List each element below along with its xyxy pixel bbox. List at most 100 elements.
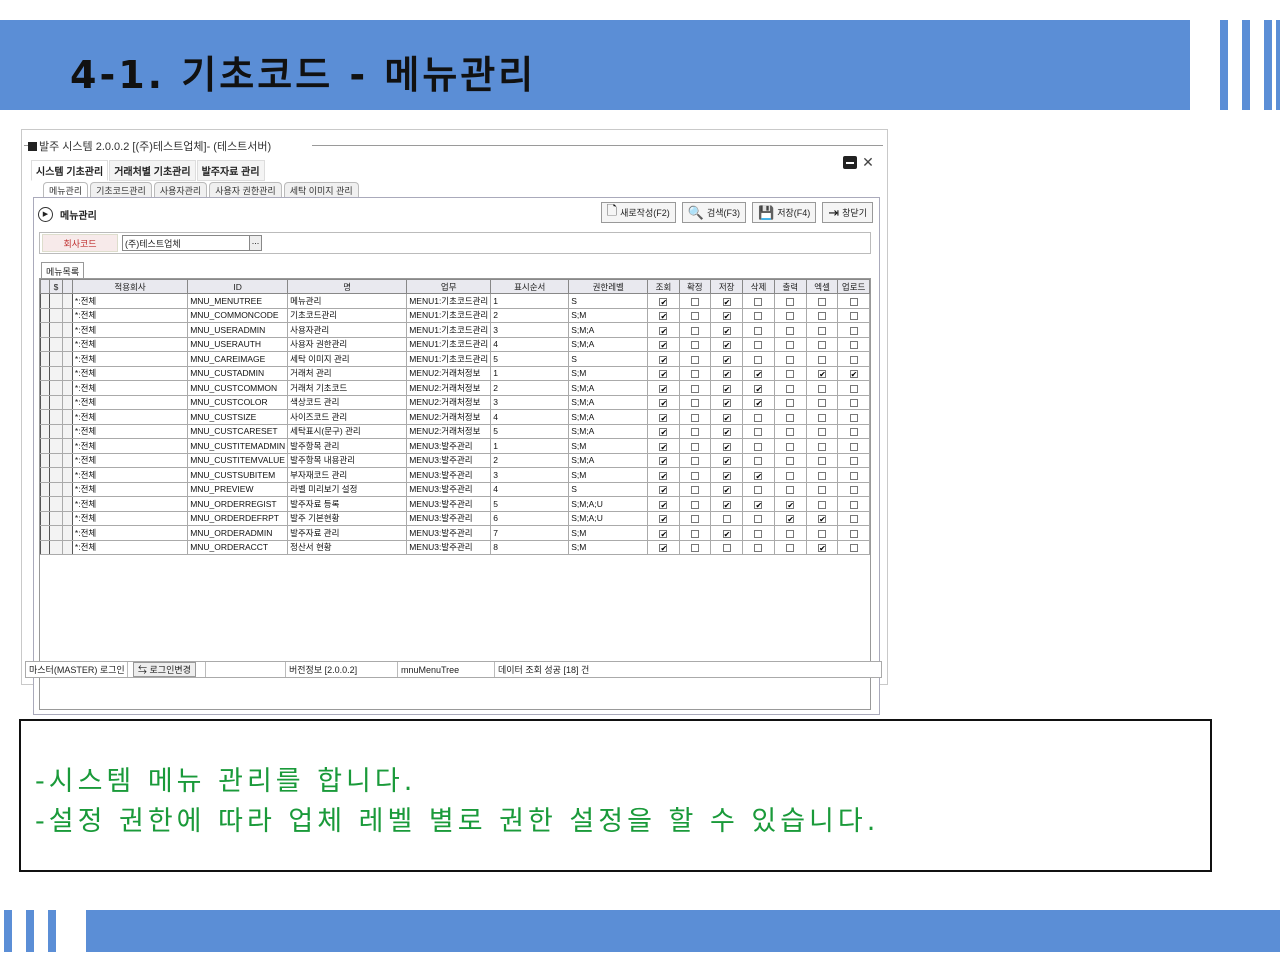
close-window-button[interactable]: ⇥ 창닫기 [822,202,873,223]
checkbox-checked[interactable]: ✔ [659,544,668,553]
column-header[interactable]: 저장 [709,279,744,294]
cell-name[interactable]: 기초코드관리 [287,307,408,323]
checkbox-checked[interactable]: ✔ [659,486,668,495]
checkbox-unchecked[interactable] [754,457,763,465]
checkbox-checked[interactable]: ✔ [754,471,763,480]
cell-id[interactable]: MNU_ORDERACCT [187,539,289,555]
checkbox-checked[interactable]: ✔ [818,544,827,553]
cell-level[interactable]: S;M [568,365,649,381]
column-header[interactable]: 엑셀 [805,279,839,294]
column-header[interactable]: 명 [287,279,408,294]
cell-task[interactable]: MENU2:거래처정보 [406,380,492,396]
checkbox-unchecked[interactable] [849,515,858,523]
checkbox-unchecked[interactable] [818,312,827,320]
checkbox-unchecked[interactable] [754,355,763,364]
checkbox-checked[interactable]: ✔ [659,384,668,393]
checkbox-unchecked[interactable] [754,341,763,349]
column-header[interactable]: 확정 [678,279,711,294]
checkbox-checked[interactable]: ✔ [722,457,731,466]
cell-level[interactable]: S;M;A [568,380,649,396]
cell-task[interactable]: MENU1:기초코드관리 [406,322,492,338]
checkbox-unchecked[interactable] [690,341,699,349]
cell-level[interactable]: S [568,293,649,309]
table-row[interactable]: *:전체 MNU_USERADMIN 사용자관리 MENU1:기초코드관리 3 S;M;A… [40,322,870,338]
checkbox-unchecked[interactable] [690,370,699,378]
checkbox-checked[interactable]: ✔ [659,341,668,350]
checkbox-checked[interactable]: ✔ [818,370,827,379]
checkbox-unchecked[interactable] [849,312,858,320]
cell-company[interactable]: *:전체 [71,293,189,309]
checkbox-unchecked[interactable] [786,326,795,335]
table-row[interactable]: *:전체 MNU_ORDERADMIN 발주자료 관리 MENU3:발주관리 7 S;M ✔… [40,525,870,541]
table-row[interactable]: *:전체 MNU_CUSTSIZE 사이즈코드 관리 MENU2:거래처정보 4 S;M;… [40,409,870,425]
checkbox-unchecked[interactable] [849,355,858,364]
cell-level[interactable]: S [568,351,649,367]
checkbox-unchecked[interactable] [849,471,858,480]
cell-task[interactable]: MENU3:발주관리 [406,496,492,512]
table-row[interactable]: *:전체 MNU_CUSTCOMMON 거래처 기초코드 MENU2:거래처정보 2 S;… [40,380,870,396]
checkbox-unchecked[interactable] [722,544,731,552]
checkbox-unchecked[interactable] [786,529,795,538]
table-row[interactable]: *:전체 MNU_COMMONCODE 기초코드관리 MENU1:기초코드관리 2 S;M… [40,307,870,323]
checkbox-unchecked[interactable] [754,297,763,306]
table-row[interactable]: *:전체 MNU_CUSTSUBITEM 부자재코드 관리 MENU3:발주관리 3 S;… [40,467,870,483]
cell-task[interactable]: MENU2:거래처정보 [406,394,492,410]
checkbox-checked[interactable]: ✔ [722,413,731,422]
checkbox-unchecked[interactable] [754,326,763,335]
checkbox-unchecked[interactable] [818,471,827,480]
checkbox-checked[interactable]: ✔ [659,529,668,538]
table-row[interactable]: *:전체 MNU_CUSTCARESET 세탁표시(문구) 관리 MENU2:거래처정… [40,423,870,439]
checkbox-unchecked[interactable] [690,384,699,393]
cell-level[interactable]: S;M [568,467,649,483]
cell-order[interactable]: 7 [490,525,570,541]
checkbox-unchecked[interactable] [818,486,827,494]
cell-order[interactable]: 6 [490,510,570,526]
checkbox-unchecked[interactable] [786,486,795,494]
checkbox-unchecked[interactable] [849,500,858,509]
cell-task[interactable]: MENU2:거래처정보 [406,423,492,439]
cell-task[interactable]: MENU1:기초코드관리 [406,307,492,323]
checkbox-unchecked[interactable] [849,326,858,335]
checkbox-unchecked[interactable] [849,399,858,407]
column-header[interactable]: ID [187,279,289,294]
cell-company[interactable]: *:전체 [71,452,189,468]
checkbox-unchecked[interactable] [786,384,795,393]
checkbox-checked[interactable]: ✔ [786,500,795,509]
checkbox-checked[interactable]: ✔ [722,471,731,480]
column-header[interactable]: 삭제 [742,279,775,294]
checkbox-checked[interactable]: ✔ [659,399,668,408]
checkbox-unchecked[interactable] [690,500,699,509]
checkbox-checked[interactable]: ✔ [722,326,731,335]
checkbox-checked[interactable]: ✔ [722,370,731,379]
checkbox-unchecked[interactable] [690,413,699,422]
table-row[interactable]: *:전체 MNU_CUSTCOLOR 색상코드 관리 MENU2:거래처정보 3 S;M;… [40,394,870,410]
checkbox-unchecked[interactable] [818,341,827,349]
cell-name[interactable]: 색상코드 관리 [287,394,408,410]
column-header[interactable]: 표시순서 [490,279,570,294]
table-row[interactable]: *:전체 MNU_ORDERDEFRPT 발주 기본현황 MENU3:발주관리 6 S;M… [40,510,870,526]
cell-name[interactable]: 라벨 미리보기 설정 [287,481,408,497]
cell-order[interactable]: 2 [490,380,570,396]
table-row[interactable]: *:전체 MNU_MENUTREE 메뉴관리 MENU1:기초코드관리 1 S ✔ ✔ [40,293,870,309]
cell-task[interactable]: MENU3:발주관리 [406,467,492,483]
checkbox-unchecked[interactable] [754,529,763,538]
cell-order[interactable]: 5 [490,496,570,512]
cell-task[interactable]: MENU3:발주관리 [406,481,492,497]
cell-task[interactable]: MENU3:발주관리 [406,438,492,454]
checkbox-checked[interactable]: ✔ [659,312,668,321]
column-header[interactable]: 조회 [647,279,680,294]
checkbox-unchecked[interactable] [690,471,699,480]
cell-name[interactable]: 세탁표시(문구) 관리 [287,423,408,439]
checkbox-unchecked[interactable] [690,326,699,335]
cell-name[interactable]: 메뉴관리 [287,293,408,309]
cell-level[interactable]: S;M;A [568,452,649,468]
table-row[interactable]: *:전체 MNU_ORDERREGIST 발주자료 등록 MENU3:발주관리 5 S;M… [40,496,870,512]
cell-task[interactable]: MENU3:발주관리 [406,510,492,526]
table-row[interactable]: *:전체 MNU_CAREIMAGE 세탁 이미지 관리 MENU1:기초코드관리 5 S… [40,351,870,367]
cell-task[interactable]: MENU1:기초코드관리 [406,336,492,352]
cell-id[interactable]: MNU_CUSTITEMADMIN [187,438,289,454]
checkbox-checked[interactable]: ✔ [659,370,668,379]
checkbox-unchecked[interactable] [849,486,858,494]
cell-order[interactable]: 2 [490,307,570,323]
checkbox-unchecked[interactable] [849,442,858,451]
